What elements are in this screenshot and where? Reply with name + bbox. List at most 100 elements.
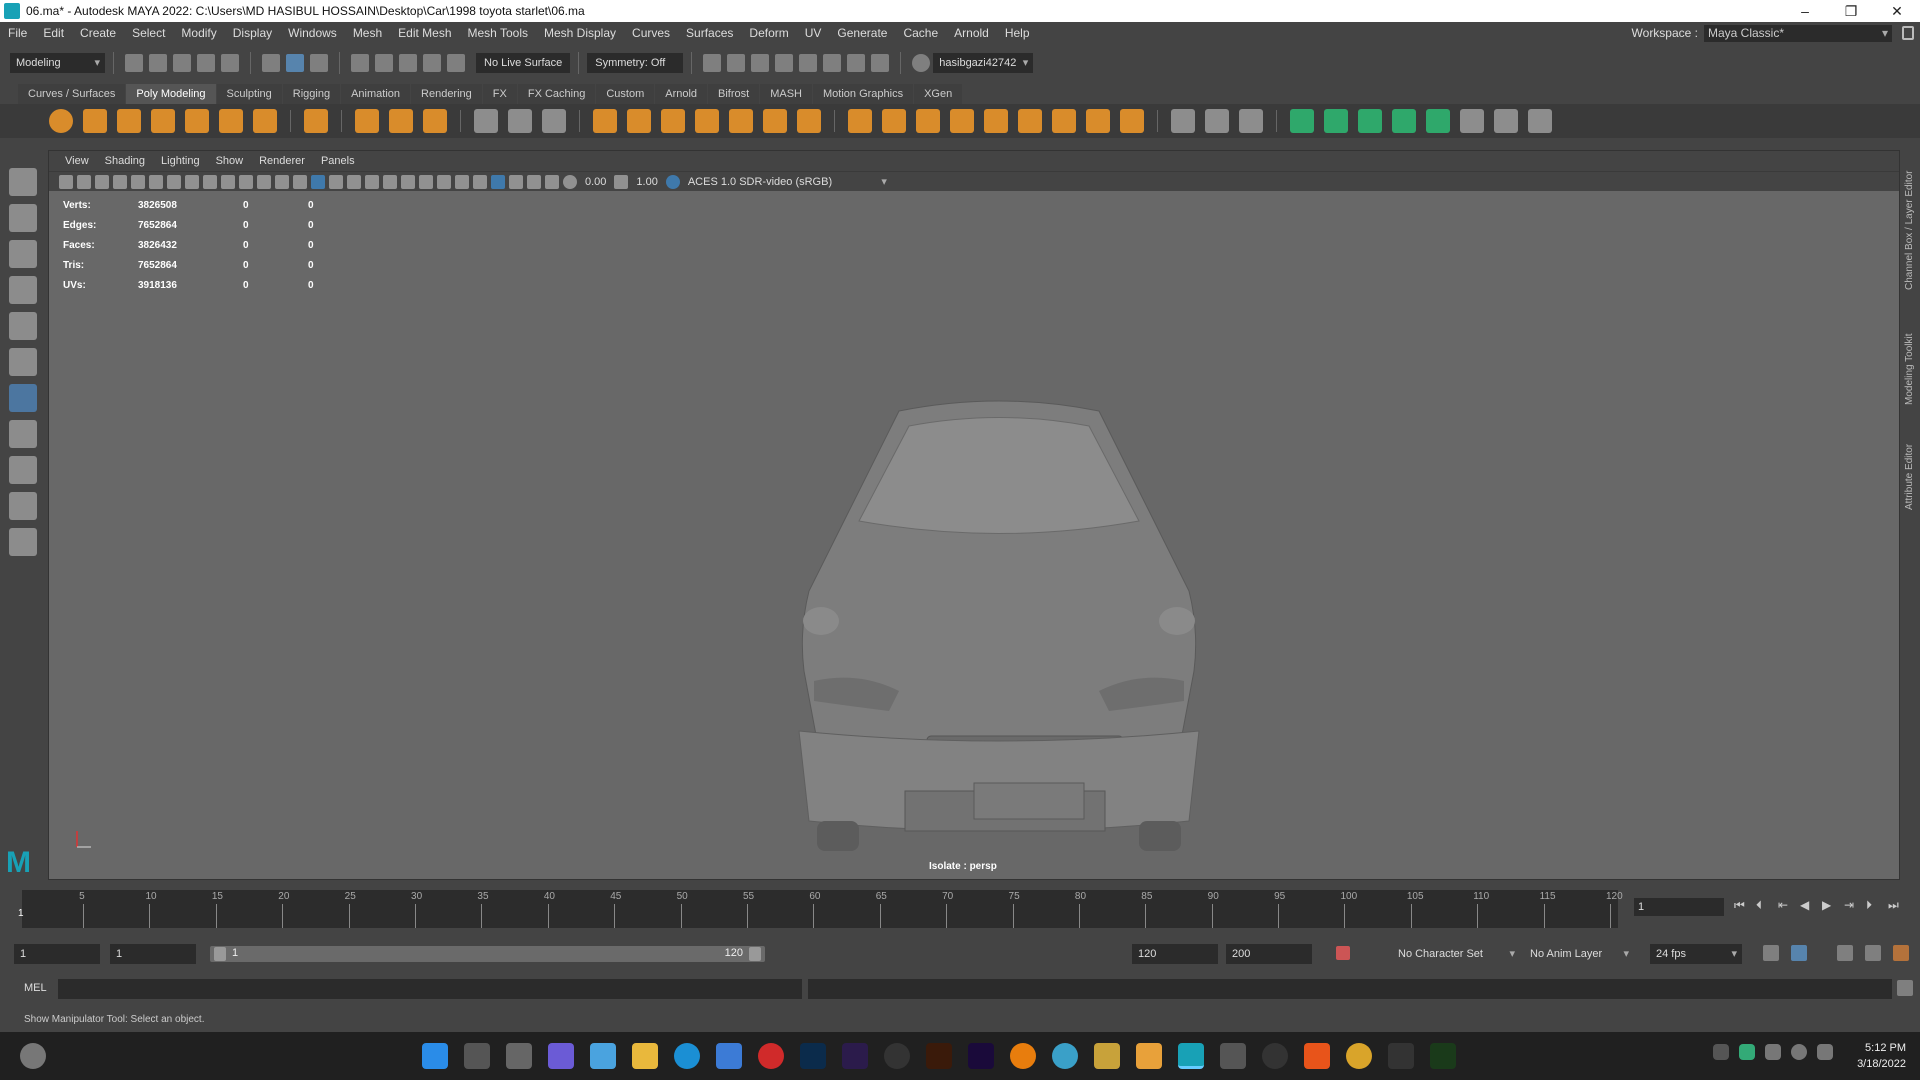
combine-icon[interactable] [593, 109, 617, 133]
shelf-tab-fx-caching[interactable]: FX Caching [517, 84, 596, 104]
smooth-shade-icon[interactable] [311, 174, 325, 189]
super-shape-icon[interactable] [355, 109, 379, 133]
chrome-icon[interactable] [1346, 1043, 1372, 1069]
menu-surfaces[interactable]: Surfaces [678, 26, 741, 40]
render-setup-icon[interactable] [823, 54, 842, 72]
platonic-solid-icon[interactable] [304, 109, 328, 133]
show-manipulator-tool-icon[interactable] [9, 384, 37, 412]
measure-tool-icon[interactable] [474, 109, 498, 133]
menu-mesh-tools[interactable]: Mesh Tools [460, 26, 536, 40]
range-end-handle[interactable] [749, 947, 761, 961]
panel-menu-show[interactable]: Show [208, 155, 252, 167]
panel-menu-renderer[interactable]: Renderer [251, 155, 313, 167]
safe-action-icon[interactable] [257, 174, 271, 189]
exposure-value[interactable]: 0.00 [585, 176, 606, 188]
planar-uv-icon[interactable] [1290, 109, 1314, 133]
brave-icon[interactable] [1304, 1043, 1330, 1069]
step-forward-frame-icon[interactable]: ⏵ [1866, 898, 1880, 912]
extrude-icon[interactable] [848, 109, 872, 133]
grease-pencil-icon[interactable] [149, 174, 163, 189]
wireframe-icon[interactable] [293, 174, 307, 189]
pause-viewport-icon[interactable] [871, 54, 890, 72]
shelf-tab-fx[interactable]: FX [482, 84, 517, 104]
merge-icon[interactable] [1018, 109, 1042, 133]
menu-display[interactable]: Display [225, 26, 280, 40]
unity-icon[interactable] [1388, 1043, 1414, 1069]
scale-tool-icon[interactable] [9, 348, 37, 376]
menu-cache[interactable]: Cache [895, 26, 946, 40]
anti-aliasing-icon[interactable] [455, 174, 469, 189]
keyboard-icon[interactable] [1765, 1044, 1781, 1060]
insert-edge-loop-icon[interactable] [1205, 109, 1229, 133]
edge-icon[interactable] [674, 1043, 700, 1069]
minimize-button[interactable]: – [1782, 0, 1828, 22]
isolate-select-icon[interactable] [491, 174, 505, 189]
hypershade-icon[interactable] [799, 54, 818, 72]
chat-icon[interactable] [548, 1043, 574, 1069]
xray-active-icon[interactable] [527, 174, 541, 189]
shelf-tab-arnold[interactable]: Arnold [655, 84, 708, 104]
user-account-select[interactable]: hasibgazi42742 [933, 53, 1034, 73]
2d-pan-zoom-icon[interactable] [131, 174, 145, 189]
menu-mesh[interactable]: Mesh [345, 26, 390, 40]
panel-menu-shading[interactable]: Shading [97, 155, 153, 167]
render-view-icon[interactable] [703, 54, 722, 72]
playback-end-field[interactable]: 120 [1132, 944, 1218, 964]
cylindrical-uv-icon[interactable] [1324, 109, 1348, 133]
panel-menu-view[interactable]: View [57, 155, 97, 167]
panel-menu-panels[interactable]: Panels [313, 155, 363, 167]
character-set-select[interactable]: No Character Set [1392, 944, 1520, 964]
select-object-icon[interactable] [286, 54, 304, 72]
uv-editor-icon[interactable] [1460, 109, 1484, 133]
defender-icon[interactable] [1739, 1044, 1755, 1060]
shelf-tab-bifrost[interactable]: Bifrost [708, 84, 760, 104]
after-effects-icon[interactable] [842, 1043, 868, 1069]
network-icon[interactable] [1791, 1044, 1807, 1060]
range-bar[interactable]: 1 120 [210, 946, 765, 962]
shelf-tab-animation[interactable]: Animation [341, 84, 411, 104]
substance-designer-icon[interactable] [1430, 1043, 1456, 1069]
step-back-key-icon[interactable]: ⇤ [1778, 898, 1792, 912]
resolution-gate-icon[interactable] [203, 174, 217, 189]
camera-attributes-icon[interactable] [77, 174, 91, 189]
light-editor-icon[interactable] [847, 54, 866, 72]
poly-torus-icon[interactable] [185, 109, 209, 133]
wireframe-on-shaded-icon[interactable] [347, 174, 361, 189]
playback-start-field[interactable]: 1 [110, 944, 196, 964]
scene-start-field[interactable]: 1 [14, 944, 100, 964]
poly-cone-icon[interactable] [151, 109, 175, 133]
modeling-toolkit-tab[interactable]: Modeling Toolkit [1904, 333, 1915, 405]
weather-widget-icon[interactable] [20, 1043, 46, 1069]
viewport-panel[interactable]: View Shading Lighting Show Renderer Pane… [48, 150, 1900, 880]
obs-icon[interactable] [1262, 1043, 1288, 1069]
redo-icon[interactable] [221, 54, 239, 72]
step-forward-key-icon[interactable]: ⇥ [1844, 898, 1858, 912]
store-icon[interactable] [716, 1043, 742, 1069]
auto-key-icon[interactable] [1336, 946, 1350, 960]
unfold-uv-icon[interactable] [1426, 109, 1450, 133]
menu-mesh-display[interactable]: Mesh Display [536, 26, 624, 40]
poly-plane-icon[interactable] [219, 109, 243, 133]
taskbar-clock[interactable]: 5:12 PM 3/18/2022 [1857, 1040, 1906, 1072]
spherical-uv-icon[interactable] [1358, 109, 1382, 133]
play-forwards-icon[interactable]: ▶ [1822, 898, 1836, 912]
poly-cube-icon[interactable] [83, 109, 107, 133]
menu-generate[interactable]: Generate [829, 26, 895, 40]
menu-arnold[interactable]: Arnold [946, 26, 997, 40]
motion-blur-icon[interactable] [437, 174, 451, 189]
timeline-track[interactable]: 1 5 10 15 20 25 30 35 40 45 50 55 60 65 70 75 80 85 90 95 1… [18, 890, 1623, 928]
fusion-icon[interactable] [1136, 1043, 1162, 1069]
two-view-layout-icon[interactable] [9, 492, 37, 520]
menu-deform[interactable]: Deform [741, 26, 796, 40]
shelf-tab-custom[interactable]: Custom [596, 84, 655, 104]
script-editor-icon[interactable] [1897, 980, 1913, 996]
open-scene-icon[interactable] [149, 54, 167, 72]
snap-live-icon[interactable] [447, 54, 465, 72]
new-scene-icon[interactable] [125, 54, 143, 72]
lock-icon[interactable] [1902, 26, 1914, 40]
menu-modify[interactable]: Modify [173, 26, 224, 40]
blender-icon[interactable] [1010, 1043, 1036, 1069]
use-all-lights-icon[interactable] [383, 174, 397, 189]
depth-of-field-icon[interactable] [473, 174, 487, 189]
channel-box-tab[interactable]: Channel Box / Layer Editor [1904, 170, 1915, 290]
